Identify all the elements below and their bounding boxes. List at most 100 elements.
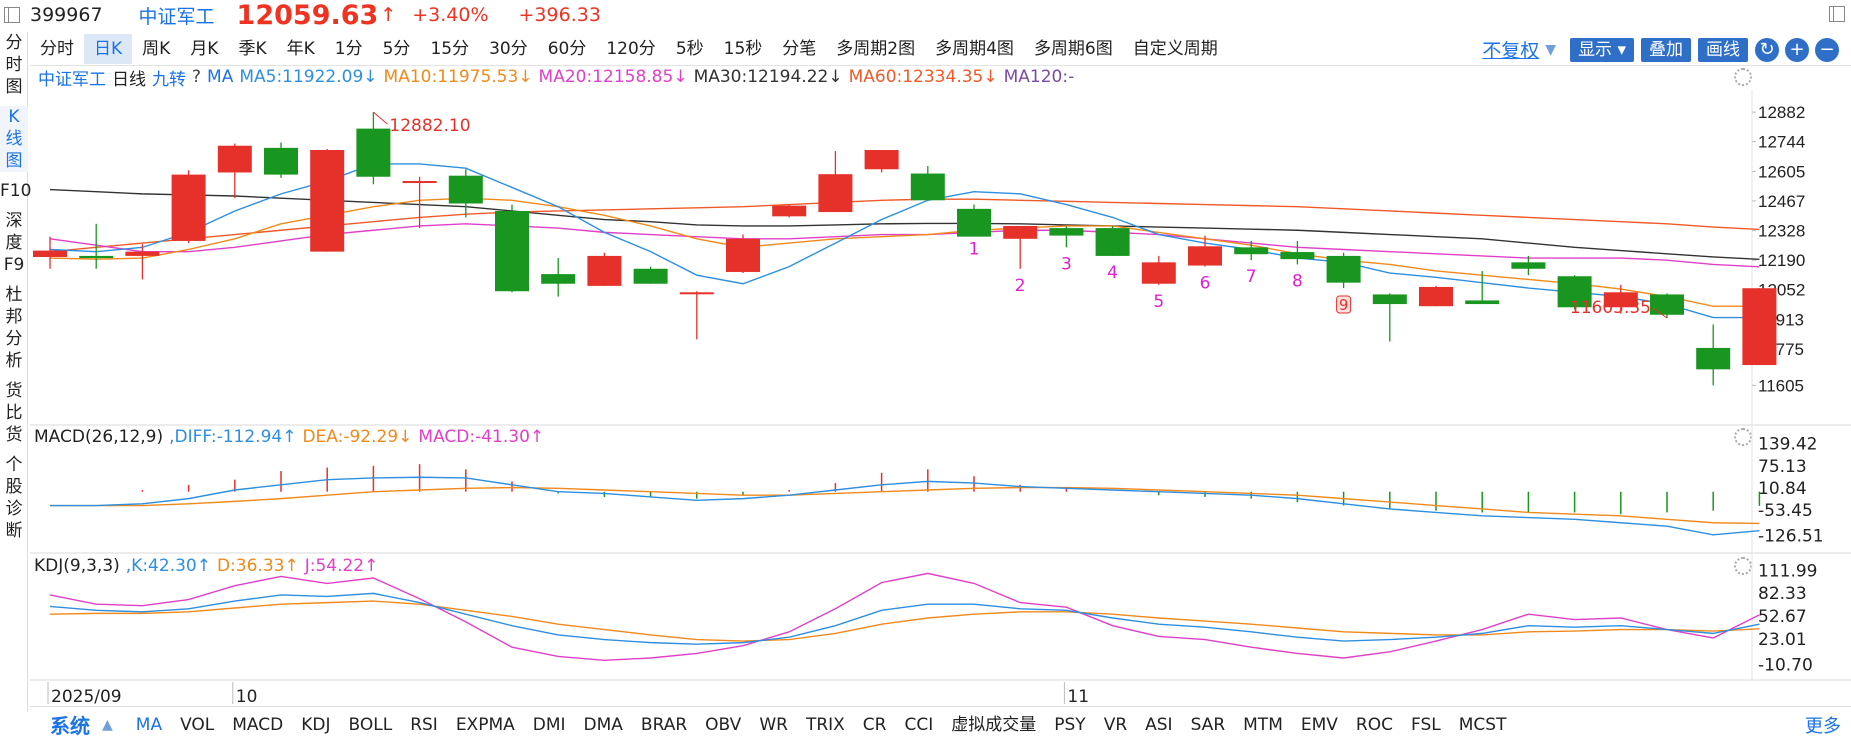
candle-up [33,250,67,257]
more-link[interactable]: 更多 [1805,712,1841,738]
indicator-tab[interactable]: VOL [171,708,223,742]
indicator-tab[interactable]: EMV [1292,708,1347,742]
candle-up [1188,246,1222,266]
candle-up [1003,225,1038,239]
macd-tick-label: 10.84 [1758,479,1807,499]
k-line [49,592,1760,645]
candle-down [1696,347,1731,370]
indicator-tab[interactable]: 虚拟成交量 [942,708,1045,742]
kdj-tick-label: -10.70 [1758,656,1813,676]
candle-up [679,292,714,295]
indicator-tab[interactable]: CR [854,708,896,742]
candle-up [587,255,622,286]
candle-down [1465,300,1500,305]
kdj-tick-label: 111.99 [1758,561,1817,581]
indicator-tab[interactable]: BRAR [632,708,696,742]
macd-tick-label: 139.42 [1758,435,1817,455]
candle-down [264,147,298,175]
candle-down [1280,252,1315,260]
indicator-tab[interactable]: MACD [223,708,292,742]
price-tick-label: 12190 [1758,251,1805,270]
indicator-tab[interactable]: RSI [401,708,447,742]
indicator-tab[interactable]: MCST [1450,708,1516,742]
indicator-tabs: 系统 ▲ MA VOL MACD KDJ BOLL RSI EXPMA DMI DMA BRAR O… [30,706,1851,742]
price-tick-label: 12328 [1758,222,1805,241]
indicator-tab[interactable]: TRIX [797,708,854,742]
candle-down [1049,228,1084,236]
candle-down [957,208,991,237]
candle-down [495,210,529,292]
indicator-tab[interactable]: CCI [895,708,942,742]
price-tick-label: 11605 [1758,376,1804,395]
indicator-tab[interactable]: EXPMA [447,708,524,742]
price-tick-label: 12605 [1758,162,1805,181]
candle-up [1141,262,1176,284]
candle-down [1511,262,1546,269]
ma10-line [49,197,1760,307]
candle-up [772,205,807,217]
indicator-tab[interactable]: DMA [575,708,632,742]
candle-up [726,238,760,272]
nine-turn-label: 7 [1246,267,1257,287]
diff-line [50,476,1760,536]
indicator-tab[interactable]: ASI [1136,708,1181,742]
ma60-line [49,198,1760,253]
nine-turn-label: 8 [1292,271,1303,291]
candle-down [910,173,945,201]
indicator-tab[interactable]: FSL [1402,708,1450,742]
candle-down [633,268,668,284]
low-label: 11605.35 [1570,298,1651,318]
system-dropdown-icon[interactable]: ▲ [102,717,113,733]
high-label: 12882.10 [389,116,470,136]
candle-down [1095,228,1130,256]
indicator-tab[interactable]: MTM [1234,708,1292,742]
candle-down [79,255,114,259]
candle-up [171,174,206,241]
nine-turn-label: 1 [969,239,980,259]
candle-up [125,251,160,256]
candle-down [1326,255,1361,283]
kdj-tick-label: 23.01 [1758,630,1807,650]
indicator-tab[interactable]: DMI [524,708,575,742]
indicator-tab[interactable]: OBV [696,708,750,742]
indicator-tab[interactable]: VR [1095,708,1136,742]
nine-turn-label: 5 [1153,292,1164,312]
candle-up [1742,288,1777,366]
indicator-tab[interactable]: WR [750,708,797,742]
kline-chart[interactable]: 1288212744126051246712328121901205211913… [0,0,1851,744]
candle-down [1650,294,1684,315]
indicator-tab[interactable]: KDJ [292,708,339,742]
candle-down [1234,247,1269,255]
indicator-list: MA VOL MACD KDJ BOLL RSI EXPMA DMI DMA BRAR OBV WR T… [127,708,1516,742]
candle-up [864,150,899,170]
nine-turn-label: 2 [1015,276,1026,296]
j-line [49,572,1760,662]
kline-app: 399967 中证军工 12059.63 ↑ +3.40% +396.33 分时… [0,0,1851,744]
indicator-tab[interactable]: ROC [1347,708,1402,742]
macd-tick-label: -53.45 [1758,501,1813,521]
macd-tick-label: -126.51 [1758,526,1824,546]
kdj-tick-label: 82.33 [1758,584,1807,604]
nine-turn-label: 3 [1061,254,1072,274]
nine-turn-label: 9 [1339,296,1349,314]
system-tab[interactable]: 系统 [30,710,102,739]
price-tick-label: 12467 [1758,192,1805,211]
indicator-tab[interactable]: BOLL [340,708,402,742]
macd-tick-label: 75.13 [1758,457,1807,477]
x-label: 11 [1067,687,1089,707]
candle-up [310,150,345,252]
candle-up [402,181,437,184]
price-tick-label: 12744 [1758,133,1805,152]
candle-down [448,175,483,204]
dea-line [50,486,1760,525]
nine-turn-label: 4 [1107,263,1118,283]
candle-down [541,274,576,284]
nine-turn-label: 6 [1200,274,1211,294]
indicator-tab[interactable]: SAR [1182,708,1235,742]
high-pointer [373,111,388,125]
indicator-tab[interactable]: MA [127,708,171,742]
candle-down [356,128,391,177]
candle-down [1372,294,1407,305]
price-tick-label: 12882 [1758,103,1805,122]
indicator-tab[interactable]: PSY [1045,708,1094,742]
